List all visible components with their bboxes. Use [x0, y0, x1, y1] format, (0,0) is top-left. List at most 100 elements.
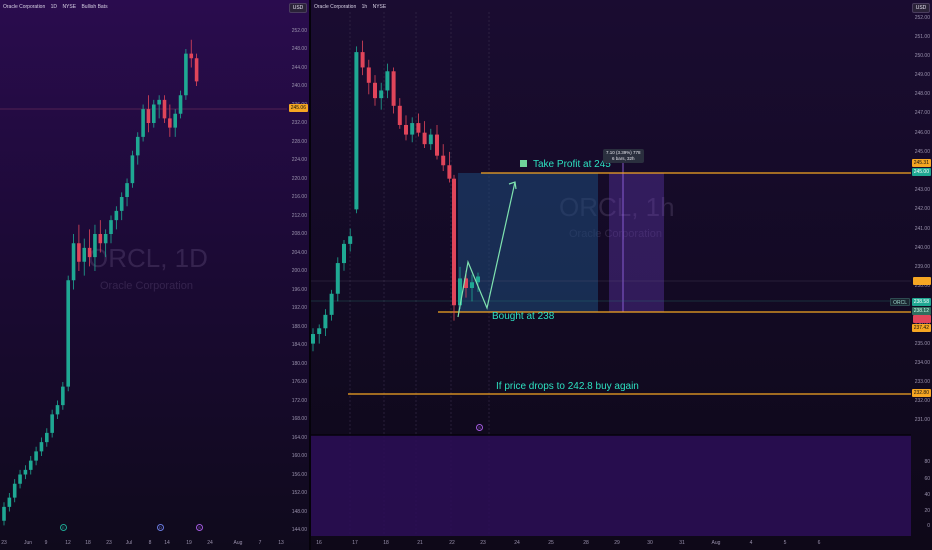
time-tick-label: 23 — [106, 540, 112, 546]
price-tick-label: 196.00 — [291, 286, 307, 293]
price-tick-label: 156.00 — [291, 471, 307, 478]
take-profit-label[interactable]: Take Profit at 245 — [533, 159, 611, 170]
oscillator-tick-label: 0 — [927, 523, 930, 529]
price-tick-label: 172.00 — [291, 397, 307, 404]
candle-body — [93, 234, 97, 258]
candle-body — [66, 280, 70, 387]
candle-body — [335, 263, 340, 294]
time-tick-label: 4 — [749, 540, 753, 546]
daily-chart-pane[interactable]: Oracle Corporation 1D NYSE Bullish Bats … — [0, 0, 309, 550]
price-tick-label: 249.00 — [914, 72, 930, 79]
candle-body — [157, 99, 161, 105]
price-tick-label: 152.00 — [291, 490, 307, 496]
bought-label[interactable]: Bought at 238 — [492, 311, 554, 322]
candle-body — [373, 82, 377, 99]
candle-body — [329, 293, 334, 315]
candle-body — [98, 234, 103, 244]
candle-body — [45, 432, 49, 443]
oscillator-tick-label: 80 — [924, 459, 930, 465]
candle-body — [125, 183, 129, 197]
price-tick-label: 251.00 — [914, 33, 930, 40]
time-tick-label: 6 — [817, 540, 821, 546]
candle-body — [397, 105, 402, 125]
daily-candlestick-chart[interactable] — [0, 0, 309, 550]
price-tick-label: 184.00 — [291, 342, 307, 348]
price-tick-label: 148.00 — [291, 508, 307, 515]
price-tick-label: 252.00 — [291, 27, 307, 34]
current-price-tag: 245.06 — [288, 104, 308, 112]
ticker-label: ORCL — [890, 298, 910, 306]
split-icon[interactable]: S — [476, 424, 483, 431]
candle-body — [385, 71, 390, 91]
candle-body — [348, 236, 353, 244]
candle-body — [342, 243, 346, 264]
time-tick-label: 31 — [679, 540, 685, 546]
candle-body — [323, 314, 328, 329]
price-tick-label: 231.00 — [914, 417, 930, 424]
candle-body — [410, 123, 415, 135]
buy-again-label[interactable]: If price drops to 242.8 buy again — [496, 381, 639, 392]
time-tick-label: 9 — [44, 540, 48, 546]
candle-body — [114, 210, 119, 221]
price-tick-label: 232.00 — [914, 398, 930, 405]
time-tick-label: 21 — [417, 540, 423, 546]
candle-body — [435, 134, 439, 156]
daily-time-axis[interactable]: 23 Jun 9 12 18 23 Jul 8 14 19 24 Aug 7 13 — [0, 536, 309, 550]
time-tick-label: 8 — [148, 540, 152, 546]
time-tick-label: 7 — [258, 540, 262, 546]
time-tick-label: 24 — [207, 540, 213, 546]
oscillator-pane — [311, 435, 911, 536]
time-tick-label: 24 — [514, 540, 520, 546]
hourly-time-axis[interactable]: 16 17 18 21 22 23 24 25 28 29 30 31 Aug 4 5 6 — [311, 536, 932, 550]
hourly-price-scale[interactable]: USD 252.00 251.00 250.00 249.00 248.00 247.00… — [910, 0, 932, 536]
price-tick-label: 245.00 — [914, 148, 930, 155]
time-tick-label: 29 — [614, 540, 620, 546]
hourly-candlestick-chart[interactable] — [311, 0, 932, 550]
candle-body — [23, 469, 28, 475]
split-icon[interactable]: S — [196, 524, 203, 531]
hourly-chart-pane[interactable]: Oracle Corporation 1h NYSE ORCL, 1h Orac… — [311, 0, 932, 550]
candle-body — [130, 155, 135, 184]
price-tick-label: 252.00 — [914, 14, 930, 21]
candle-body — [71, 243, 76, 281]
price-tick-label: 176.00 — [291, 379, 307, 385]
time-tick-label: 28 — [583, 540, 589, 546]
currency-button[interactable]: USD — [912, 3, 930, 13]
candle-body — [168, 118, 172, 128]
time-tick-label: Jun — [23, 540, 33, 546]
price-tick-label: 250.00 — [914, 52, 930, 59]
time-tick-label: 19 — [186, 540, 192, 546]
price-tick-label: 248.00 — [914, 91, 930, 98]
currency-button[interactable]: USD — [289, 3, 307, 13]
candle-body — [452, 178, 456, 306]
candle-body — [404, 124, 408, 135]
earnings-icon[interactable]: E — [60, 524, 67, 531]
price-tick-label: 224.00 — [291, 157, 307, 163]
candle-body — [34, 451, 38, 461]
time-tick-label: 30 — [647, 540, 653, 546]
candle-body — [28, 460, 33, 470]
take-profit-marker — [520, 160, 527, 167]
time-tick-label: 16 — [316, 540, 322, 546]
candle-body — [39, 442, 44, 452]
orange-marker-tag — [913, 277, 931, 285]
candle-body — [428, 134, 433, 145]
oscillator-tick-label: 60 — [924, 476, 930, 482]
time-tick-label: 22 — [449, 540, 455, 546]
price-tick-label: 216.00 — [291, 194, 307, 200]
candle-body — [152, 104, 156, 123]
daily-price-scale[interactable]: USD 252.00248.00244.00240.00236.00232.00… — [287, 0, 309, 536]
dividend-icon[interactable]: D — [157, 524, 164, 531]
candle-body — [317, 328, 322, 335]
measure-tooltip: 7.10 (3.39%) 778 6 bars, 32h — [603, 149, 644, 163]
candle-body — [311, 334, 315, 344]
time-tick-label: 18 — [85, 540, 91, 546]
candle-body — [141, 109, 145, 137]
time-tick-label: 13 — [278, 540, 284, 546]
candle-body — [77, 243, 81, 262]
price-tag-small-2: 237.42 — [911, 324, 931, 332]
price-tick-label: 247.00 — [914, 110, 930, 117]
price-tick-label: 246.00 — [914, 129, 930, 136]
time-tick-label: 23 — [1, 540, 7, 546]
candle-body — [87, 247, 92, 258]
